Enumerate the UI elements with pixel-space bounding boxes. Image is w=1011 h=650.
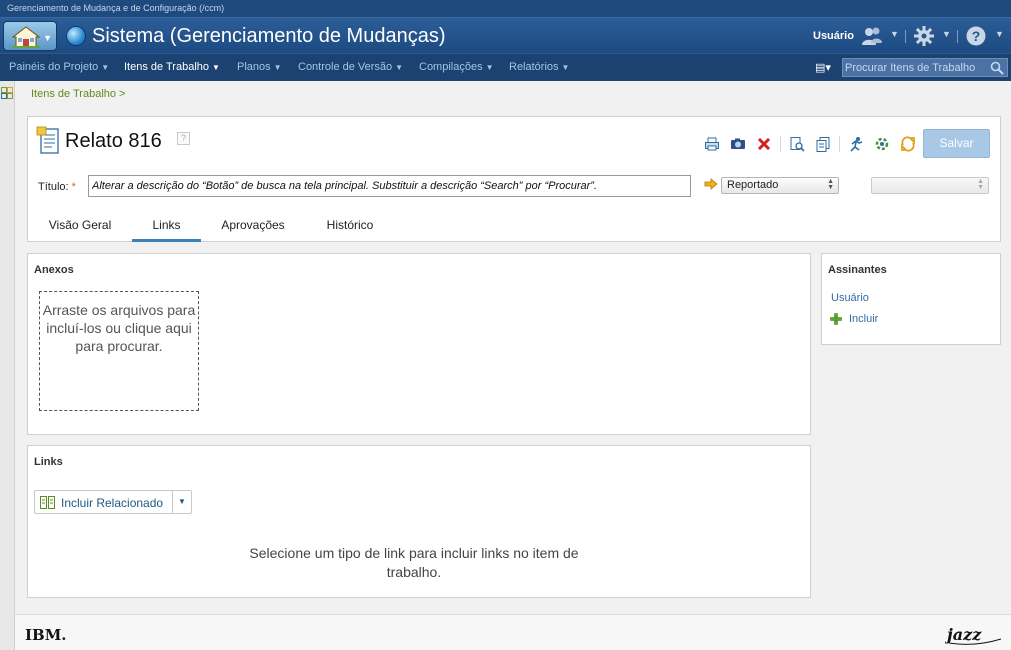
breadcrumb[interactable]: Itens de Trabalho > <box>31 87 125 101</box>
svg-text:?: ? <box>972 28 981 44</box>
work-item-title: Relato 816 <box>65 130 162 152</box>
gear-icon[interactable] <box>913 25 935 47</box>
attachment-drop-zone[interactable]: Arraste os arquivos para incluí-los ou c… <box>39 291 199 411</box>
add-subscriber-link[interactable]: Incluir <box>849 312 878 326</box>
action-select[interactable]: ▲ ▼ <box>871 177 989 194</box>
system-title: Sistema (Gerenciamento de Mudanças) <box>92 25 446 47</box>
chevron-down-icon[interactable]: ▼ <box>995 29 1004 39</box>
camera-icon[interactable] <box>730 136 746 152</box>
required-marker: * <box>71 181 76 193</box>
nav-project-dashboards[interactable]: Painéis do Projeto ▼ <box>9 60 109 75</box>
subscribers-title: Assinantes <box>828 264 887 276</box>
subscriber-user-link[interactable]: Usuário <box>831 291 869 305</box>
nav-plans[interactable]: Planos ▼ <box>237 60 282 75</box>
nav-source-control[interactable]: Controle de Versão ▼ <box>298 60 403 75</box>
add-related-button[interactable]: Incluir Relacionado ▼ <box>34 490 192 514</box>
links-empty-message: Selecione um tipo de link para incluir l… <box>249 545 579 580</box>
help-icon[interactable]: ? <box>177 132 190 145</box>
nav-work-items[interactable]: Itens de Trabalho ▼ <box>124 60 220 75</box>
run-icon[interactable] <box>848 136 864 152</box>
ibm-logo: IBM. <box>25 626 67 644</box>
defect-icon <box>36 126 59 154</box>
tab-approvals[interactable]: Aprovações <box>210 213 296 242</box>
separator <box>839 136 840 152</box>
nav-reports[interactable]: Relatórios ▼ <box>509 60 569 75</box>
search-input[interactable] <box>845 60 987 75</box>
search-box <box>842 58 1008 77</box>
attachments-title: Anexos <box>34 264 74 276</box>
plus-icon[interactable] <box>830 313 842 325</box>
links-panel: Links Incluir Relacionado ▼ Selecione um… <box>27 445 811 598</box>
settings-refresh-icon[interactable] <box>874 136 890 152</box>
copy-icon[interactable] <box>815 136 831 152</box>
list-icon[interactable]: ▤▾ <box>815 61 831 75</box>
main-nav: Painéis do Projeto ▼ Itens de Trabalho ▼ P… <box>0 53 1011 81</box>
separator <box>172 491 173 513</box>
status-value: Reportado <box>727 179 779 191</box>
home-icon <box>12 26 40 48</box>
nav-builds[interactable]: Compilações ▼ <box>419 60 494 75</box>
help-icon[interactable]: ? <box>965 25 987 47</box>
subscribers-panel: Assinantes Usuário Incluir <box>821 253 1001 345</box>
chevron-down-icon[interactable]: ▼ <box>942 29 951 39</box>
separator <box>957 30 958 43</box>
user-menu[interactable]: Usuário <box>813 28 854 44</box>
globe-icon <box>66 26 86 46</box>
separator <box>780 136 781 152</box>
links-title: Links <box>34 456 63 468</box>
add-related-label: Incluir Relacionado <box>61 496 164 510</box>
title-field[interactable] <box>88 175 691 197</box>
dashboard-grid-icon[interactable] <box>1 87 13 99</box>
separator <box>905 30 906 43</box>
status-select[interactable]: Reportado ▲ ▼ <box>721 177 839 194</box>
search-icon[interactable] <box>990 61 1004 75</box>
tab-history[interactable]: Histórico <box>311 213 389 242</box>
tab-overview[interactable]: Visão Geral <box>37 213 123 242</box>
left-rail <box>0 81 15 650</box>
select-arrows-icon: ▲ ▼ <box>827 178 834 191</box>
window-title: Gerenciamento de Mudança e de Configuraç… <box>0 0 1011 17</box>
jazz-logo: jazz <box>945 625 1002 645</box>
users-icon[interactable] <box>861 25 883 47</box>
chevron-down-icon[interactable]: ▼ <box>178 497 186 506</box>
print-icon[interactable] <box>704 136 720 152</box>
sync-icon[interactable] <box>900 136 916 152</box>
work-item-header: Relato 816 ? Salvar Título: * Alterar a … <box>27 116 1001 242</box>
link-icon <box>40 496 55 509</box>
chevron-down-icon: ▼ <box>43 33 52 43</box>
tab-links[interactable]: Links <box>132 213 201 242</box>
banner: ▼ Sistema (Gerenciamento de Mudanças) Us… <box>0 17 1011 53</box>
arrow-right-icon <box>704 178 718 190</box>
chevron-down-icon[interactable]: ▼ <box>890 29 899 39</box>
select-arrows-icon: ▲ ▼ <box>977 178 984 191</box>
find-icon[interactable] <box>789 136 805 152</box>
attachments-panel: Anexos Arraste os arquivos para incluí-l… <box>27 253 811 435</box>
title-field-label: Título: * <box>38 181 76 193</box>
footer: IBM. jazz <box>15 614 1011 650</box>
delete-icon[interactable] <box>756 136 772 152</box>
home-menu-button[interactable]: ▼ <box>3 21 57 51</box>
save-button[interactable]: Salvar <box>923 129 990 158</box>
jazz-logo-text: jazz <box>945 625 982 644</box>
